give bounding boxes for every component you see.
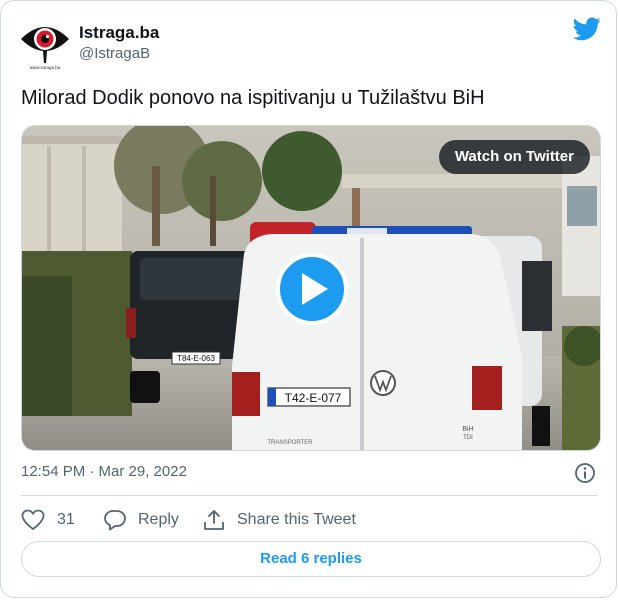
watch-on-twitter-button[interactable]: Watch on Twitter <box>438 140 590 174</box>
video-media[interactable]: T84-E-063 T42-E-077 TRANSPORTER BiH TDI <box>21 125 601 451</box>
avatar-caption: www.istraga.ba <box>30 65 61 70</box>
read-replies-button[interactable]: Read 6 replies <box>21 541 601 577</box>
tweet-header: www.istraga.ba Istraga.ba @IstragaB <box>19 17 601 70</box>
tweet-card: www.istraga.ba Istraga.ba @IstragaB Milo… <box>0 0 617 598</box>
author-name[interactable]: Istraga.ba <box>79 23 159 43</box>
tweet-timestamp[interactable]: 12:54 PM · Mar 29, 2022 <box>21 463 187 480</box>
pickup-plate: T84-E-063 <box>177 354 215 363</box>
share-label: Share this Tweet <box>237 511 356 528</box>
van-trim-badge: TDI <box>463 435 473 441</box>
reply-bubble-icon <box>104 510 126 531</box>
tweet-text: Milorad Dodik ponovo na ispitivanju u Tu… <box>21 87 485 109</box>
avatar[interactable]: www.istraga.ba <box>19 19 71 71</box>
play-button[interactable] <box>276 253 348 325</box>
reply-label: Reply <box>138 511 179 528</box>
reply-button[interactable]: Reply <box>104 507 179 533</box>
divider <box>21 495 598 496</box>
van-badge: TRANSPORTER <box>267 440 313 446</box>
tweet-actions: 31 Reply Share this Tweet <box>21 507 601 533</box>
twitter-bird-icon[interactable] <box>572 17 601 41</box>
like-count: 31 <box>57 511 75 528</box>
van-plate: T42-E-077 <box>285 391 342 405</box>
author-handle[interactable]: @IstragaB <box>79 45 150 62</box>
share-button[interactable]: Share this Tweet <box>203 507 356 533</box>
info-icon[interactable] <box>574 462 596 484</box>
like-button[interactable]: 31 <box>21 507 75 533</box>
play-icon <box>302 273 328 305</box>
van-bih-badge: BiH <box>462 426 473 433</box>
heart-icon <box>21 509 45 531</box>
share-icon <box>204 510 224 530</box>
